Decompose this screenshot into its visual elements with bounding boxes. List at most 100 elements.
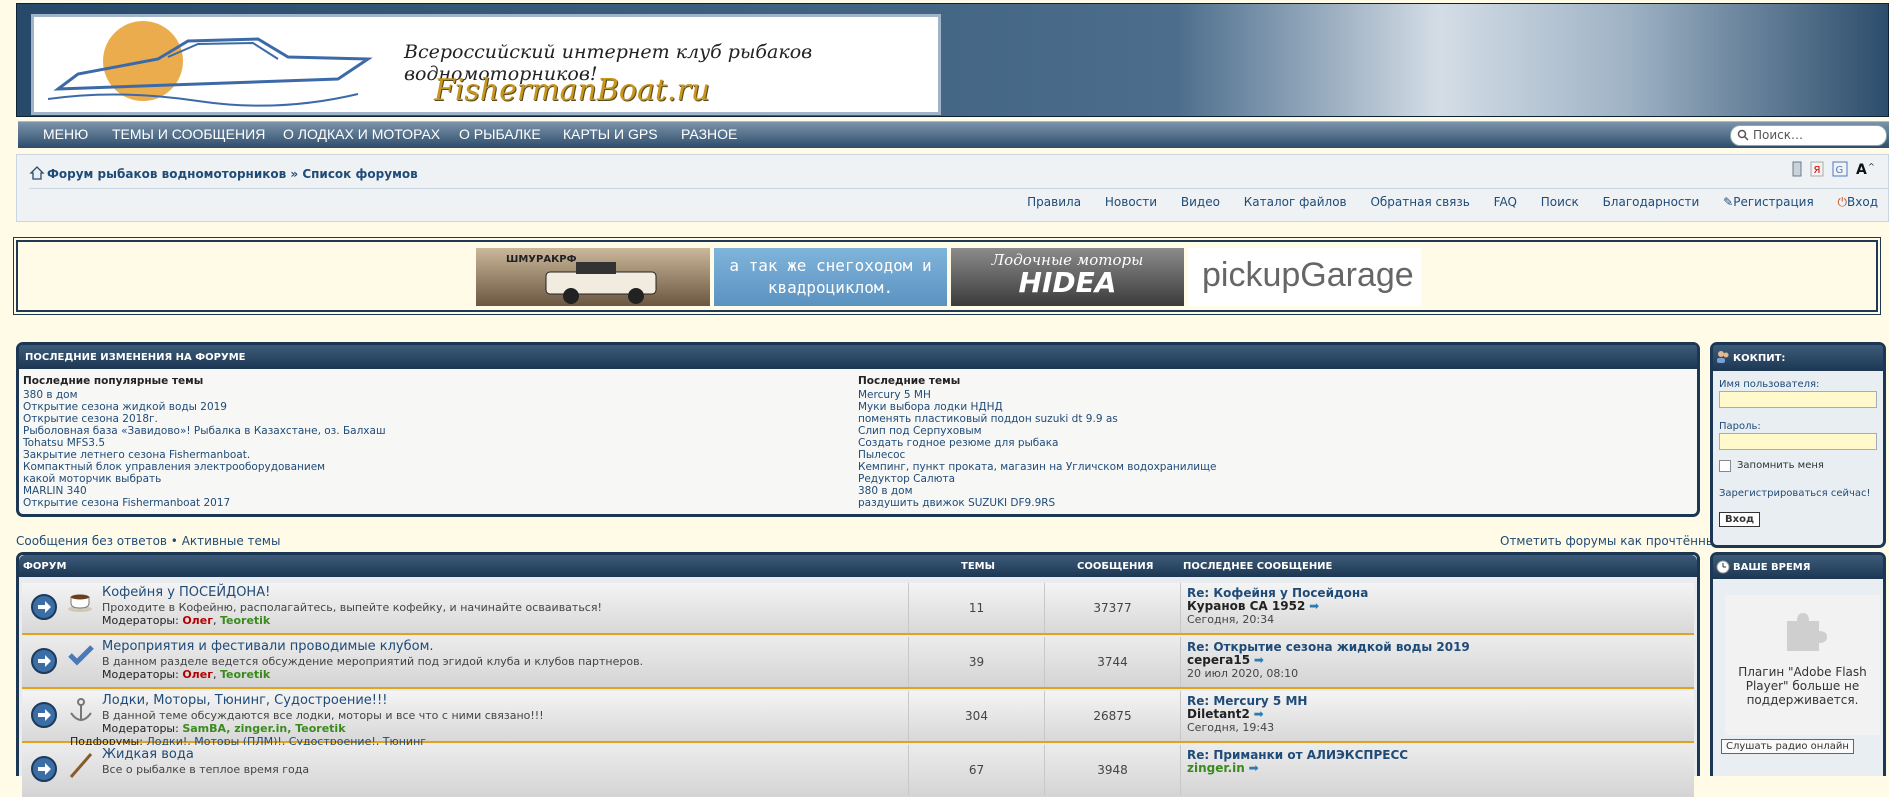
goto-post-icon[interactable]: ➡: [1254, 707, 1264, 721]
banner-snowmobile[interactable]: а так же снегоходом и квадроциклом.: [714, 248, 947, 306]
banner-strip: ШМУРАКРФ а так же снегоходом и квадроцик…: [13, 237, 1881, 315]
goto-post-icon[interactable]: ➡: [1254, 653, 1264, 667]
forum-moderators: Модераторы: SamBA, zinger.in, Teoretik: [102, 722, 346, 735]
forum-title[interactable]: Кофейня у ПОСЕЙДОНА!: [102, 585, 270, 600]
forum-arrow-icon[interactable]: [30, 701, 58, 729]
link-login[interactable]: ⏻Вход: [1838, 195, 1878, 209]
last-post-user[interactable]: Куранов СА 1952: [1187, 599, 1305, 613]
latest-topic[interactable]: Редуктор Салюта: [858, 473, 1216, 485]
last-post-date: Сегодня, 19:43: [1187, 721, 1275, 734]
moderator-link[interactable]: Олег: [182, 614, 213, 627]
forum-row[interactable]: Жидкая вода Все о рыбалке в теплое время…: [22, 745, 1694, 797]
moderator-link[interactable]: Олег: [182, 668, 213, 681]
remember-checkbox[interactable]: [1719, 460, 1731, 472]
forum-row[interactable]: Кофейня у ПОСЕЙДОНА! Проходите в Кофейню…: [22, 583, 1694, 635]
forum-table: ФОРУМ ТЕМЫ СООБЩЕНИЯ ПОСЛЕДНЕЕ СООБЩЕНИЕ…: [16, 552, 1700, 797]
forum-arrow-icon[interactable]: [30, 755, 58, 783]
latest-topic[interactable]: Пылесос: [858, 449, 1216, 461]
font-size-icon[interactable]: A ^: [1856, 161, 1878, 177]
latest-topic[interactable]: Создать годное резюме для рыбака: [858, 437, 1216, 449]
latest-topic[interactable]: 380 в дом: [858, 485, 1216, 497]
nav-fishing[interactable]: О РЫБАЛКЕ: [459, 126, 541, 142]
latest-heading: Последние темы: [858, 375, 961, 387]
forum-title[interactable]: Жидкая вода: [102, 747, 194, 762]
link-video[interactable]: Видео: [1181, 195, 1220, 209]
unanswered-active-links[interactable]: Сообщения без ответов • Активные темы: [16, 534, 280, 548]
listen-radio-button[interactable]: Слушать радио онлайн: [1721, 739, 1854, 754]
link-search[interactable]: Поиск: [1541, 195, 1579, 209]
register-now-link[interactable]: Зарегистрироваться сейчас!: [1719, 488, 1871, 499]
popular-topic[interactable]: 380 в дом: [23, 389, 386, 401]
mark-forums-read-link[interactable]: Отметить форумы как прочтённые: [1500, 534, 1723, 548]
latest-topic[interactable]: поменять пластиковый поддон suzuki dt 9.…: [858, 413, 1216, 425]
login-label: Вход: [1847, 195, 1878, 209]
search-input[interactable]: Поиск…: [1730, 125, 1887, 146]
home-icon[interactable]: [29, 165, 45, 181]
forum-row[interactable]: Лодки, Моторы, Тюнинг, Судостроение!!! В…: [22, 691, 1694, 748]
nav-boats-motors[interactable]: О ЛОДКАХ И МОТОРАХ: [283, 126, 440, 142]
forum-moderators: Модераторы: Олег, Teoretik: [102, 614, 271, 627]
forum-description: В данной теме обсуждаются все лодки, мот…: [102, 709, 544, 722]
site-logo[interactable]: Всероссийский интернет клуб рыбаков водн…: [31, 14, 941, 115]
forum-title[interactable]: Лодки, Моторы, Тюнинг, Судостроение!!!: [102, 693, 387, 708]
search-icon: [1737, 129, 1749, 141]
banner-pickupgarage[interactable]: pickupGarage: [1188, 248, 1421, 306]
goto-post-icon[interactable]: ➡: [1309, 599, 1319, 613]
forum-posts-count: 26875: [1044, 691, 1180, 741]
remember-label: Запомнить меня: [1737, 460, 1824, 471]
link-faq[interactable]: FAQ: [1494, 195, 1517, 209]
latest-topic[interactable]: Муки выбора лодки НДНД: [858, 401, 1216, 413]
nav-menu[interactable]: МЕНЮ: [43, 126, 88, 142]
goto-post-icon[interactable]: ➡: [1249, 761, 1259, 775]
popular-topic[interactable]: Открытие сезона жидкой воды 2019: [23, 401, 386, 413]
popular-topic[interactable]: Закрытие летнего сезона Fishermanboat.: [23, 449, 386, 461]
nav-topics[interactable]: ТЕМЫ И СООБЩЕНИЯ: [112, 126, 265, 142]
google-icon[interactable]: G: [1832, 161, 1848, 177]
forum-row[interactable]: Мероприятия и фестивали проводимые клубо…: [22, 637, 1694, 689]
link-thanks[interactable]: Благодарности: [1603, 195, 1700, 209]
moderator-link[interactable]: Teoretik: [220, 668, 270, 681]
popular-topic[interactable]: Открытие сезона 2018г.: [23, 413, 386, 425]
forum-description: В данном разделе ведется обсуждение меро…: [102, 655, 644, 668]
banner-hidea[interactable]: Лодочные моторы HIDEA: [951, 248, 1184, 306]
last-post-user[interactable]: серега15: [1187, 653, 1250, 667]
nav-maps-gps[interactable]: КАРТЫ И GPS: [563, 126, 658, 142]
latest-topic[interactable]: Mercury 5 MH: [858, 389, 1216, 401]
last-post-title[interactable]: Re: Приманки от АЛИЭКСПРЕСС: [1187, 749, 1694, 762]
last-post-user[interactable]: Diletant2: [1187, 707, 1250, 721]
popular-topic[interactable]: Открытие сезона Fishermanboat 2017: [23, 497, 386, 509]
latest-topic[interactable]: Кемпинг, пункт проката, магазин на Углич…: [858, 461, 1216, 473]
flash-placeholder: Плагин "Adobe Flash Player" больше не по…: [1725, 595, 1880, 735]
moderator-links[interactable]: SamBA, zinger.in, Teoretik: [182, 722, 345, 735]
last-post-user[interactable]: zinger.in: [1187, 761, 1245, 775]
link-feedback[interactable]: Обратная связь: [1370, 195, 1469, 209]
forum-arrow-icon[interactable]: [30, 647, 58, 675]
link-files[interactable]: Каталог файлов: [1244, 195, 1347, 209]
forum-arrow-icon[interactable]: [30, 593, 58, 621]
banner-shmurak[interactable]: ШМУРАКРФ: [476, 248, 710, 306]
popular-topic[interactable]: какой моторчик выбрать: [23, 473, 386, 485]
username-field[interactable]: [1719, 391, 1877, 408]
popular-topic[interactable]: Tohatsu MFS3.5: [23, 437, 386, 449]
popular-topic[interactable]: Рыболовная база «Завидово»! Рыбалка в Ка…: [23, 425, 386, 437]
popular-topic[interactable]: MARLIN 340: [23, 485, 386, 497]
latest-topic[interactable]: Слип под Серпуховым: [858, 425, 1216, 437]
username-label: Имя пользователя:: [1719, 379, 1820, 390]
link-rules[interactable]: Правила: [1027, 195, 1081, 209]
nav-misc[interactable]: РАЗНОЕ: [681, 126, 737, 142]
link-register[interactable]: ✎Регистрация: [1723, 195, 1814, 209]
password-field[interactable]: [1719, 433, 1877, 450]
breadcrumb[interactable]: Форум рыбаков водномоторников » Список ф…: [47, 167, 418, 181]
breadcrumb-panel: Форум рыбаков водномоторников » Список ф…: [16, 154, 1889, 222]
popular-heading: Последние популярные темы: [23, 375, 204, 387]
latest-topic[interactable]: раздушить движок SUZUKI DF9.9RS: [858, 497, 1216, 509]
forum-title[interactable]: Мероприятия и фестивали проводимые клубо…: [102, 639, 434, 654]
popular-topic[interactable]: Компактный блок управления электрооборуд…: [23, 461, 386, 473]
login-button[interactable]: Вход: [1719, 512, 1761, 527]
link-news[interactable]: Новости: [1105, 195, 1157, 209]
forum-last-post: Re: Приманки от АЛИЭКСПРЕСС zinger.in ➡: [1180, 745, 1694, 795]
print-icon[interactable]: [1792, 161, 1802, 177]
moderator-link[interactable]: Teoretik: [220, 614, 270, 627]
yandex-icon[interactable]: Я: [1810, 161, 1824, 177]
banner-shmurak-text: ШМУРАКРФ: [506, 254, 577, 265]
